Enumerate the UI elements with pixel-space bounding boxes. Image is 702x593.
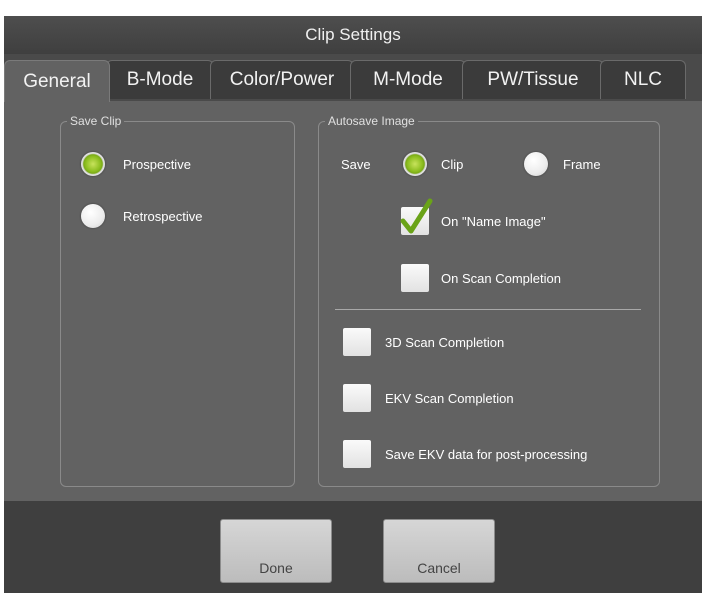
- tab-pw-tissue-label: PW/Tissue: [487, 69, 579, 90]
- frame-label: Frame: [563, 157, 601, 172]
- tab-color-power[interactable]: Color/Power: [210, 60, 354, 99]
- tab-color-power-label: Color/Power: [229, 69, 335, 90]
- clip-label: Clip: [441, 157, 464, 172]
- tab-nlc[interactable]: NLC: [600, 60, 686, 99]
- dialog-title: Clip Settings: [305, 25, 401, 44]
- frame-radio[interactable]: [524, 152, 548, 176]
- general-tab-panel: Save Clip Prospective Retrospective Auto…: [4, 101, 702, 501]
- save-ekv-data-label: Save EKV data for post-processing: [385, 447, 588, 462]
- 3d-scan-completion-checkbox[interactable]: [343, 328, 371, 356]
- ekv-scan-completion-checkbox[interactable]: [343, 384, 371, 412]
- tab-b-mode[interactable]: B-Mode: [106, 60, 214, 99]
- tab-m-mode-label: M-Mode: [373, 69, 443, 90]
- retrospective-radio[interactable]: [81, 204, 105, 228]
- on-scan-completion-label: On Scan Completion: [441, 271, 561, 286]
- tab-b-mode-label: B-Mode: [126, 69, 194, 90]
- on-scan-completion-checkbox[interactable]: [401, 264, 429, 292]
- prospective-label: Prospective: [123, 157, 191, 172]
- tab-pw-tissue[interactable]: PW/Tissue: [462, 60, 604, 99]
- autosave-image-group: Autosave Image Save Clip Frame On "Name …: [318, 114, 660, 487]
- dialog-footer: Done Cancel: [4, 501, 702, 593]
- dialog-title-bar: Clip Settings: [4, 16, 702, 54]
- clip-settings-dialog: Clip Settings General B-Mode Color/Power…: [4, 16, 702, 593]
- 3d-scan-completion-label: 3D Scan Completion: [385, 335, 505, 350]
- prospective-radio[interactable]: [81, 152, 105, 176]
- autosave-divider: [335, 309, 641, 310]
- save-clip-legend: Save Clip: [67, 114, 125, 128]
- tab-nlc-label: NLC: [623, 69, 662, 90]
- save-label: Save: [341, 157, 371, 172]
- on-name-image-label: On "Name Image": [441, 214, 546, 229]
- autosave-image-legend: Autosave Image: [325, 114, 418, 128]
- tab-general-label: General: [23, 70, 91, 92]
- tab-m-mode[interactable]: M-Mode: [350, 60, 466, 99]
- ekv-scan-completion-label: EKV Scan Completion: [385, 391, 514, 406]
- save-clip-group: Save Clip Prospective Retrospective: [60, 114, 295, 487]
- tab-general[interactable]: General: [4, 60, 110, 102]
- cancel-button[interactable]: Cancel: [383, 519, 495, 583]
- checkmark-icon: [400, 198, 433, 234]
- done-button[interactable]: Done: [220, 519, 332, 583]
- clip-radio[interactable]: [403, 152, 427, 176]
- retrospective-label: Retrospective: [123, 209, 203, 224]
- save-ekv-data-checkbox[interactable]: [343, 440, 371, 468]
- on-name-image-checkbox[interactable]: [400, 198, 433, 235]
